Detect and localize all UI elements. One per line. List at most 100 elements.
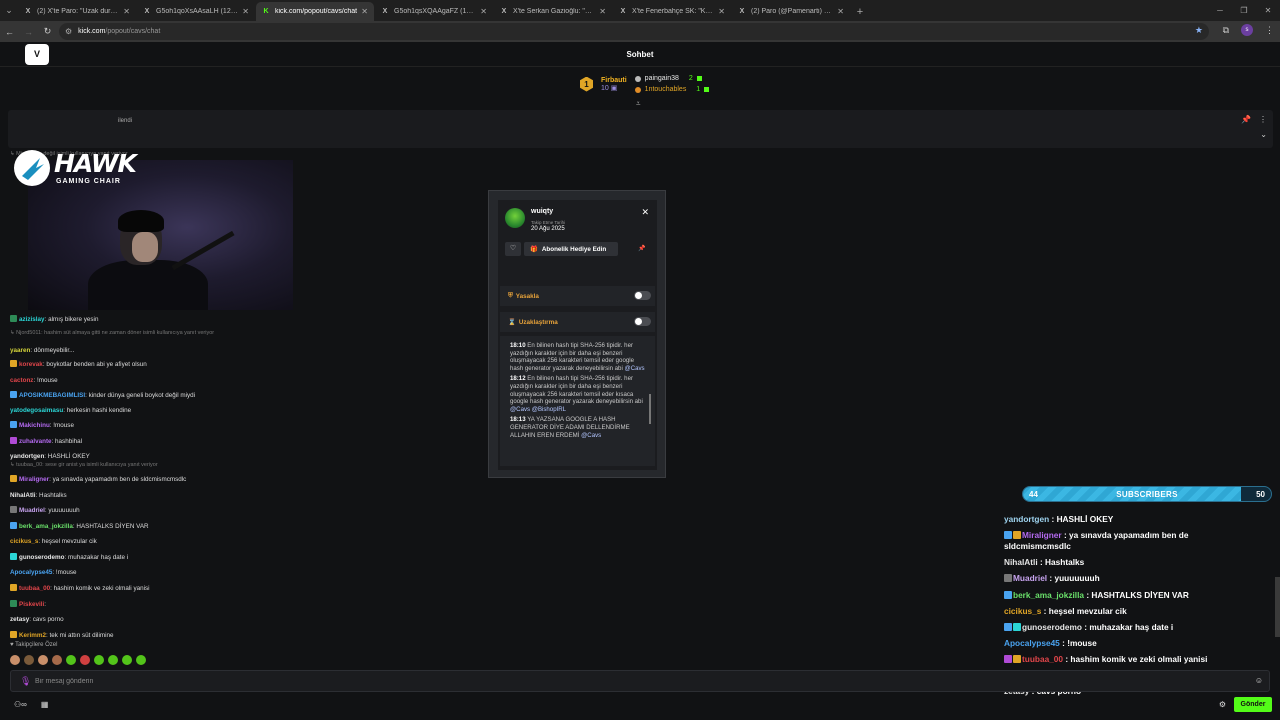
send-button[interactable]: Gönder (1234, 697, 1272, 712)
history-mention[interactable]: @Cavs (581, 432, 601, 439)
ban-row[interactable]: ⛨ Yasakla (500, 286, 655, 306)
chat-username[interactable]: NihalAtli (10, 492, 36, 499)
chat-username[interactable]: berk_ama_jokzilla (19, 523, 73, 530)
chat-username[interactable]: Apocalypse45 (10, 569, 52, 576)
close-tab-icon[interactable]: ✕ (361, 7, 368, 16)
chat-username[interactable]: zetasy (10, 616, 29, 623)
leaderboard-first[interactable]: Firbauti 10 ▣ (601, 77, 627, 92)
forward-icon[interactable]: → (19, 27, 38, 37)
emote-icon[interactable] (80, 655, 90, 665)
user-avatar (505, 208, 525, 228)
settings-gear-icon[interactable]: ⚙ (1219, 700, 1226, 709)
extension-logo[interactable]: V (25, 44, 49, 65)
emote-icon[interactable] (66, 655, 76, 665)
leaderboard-item[interactable]: paingain38 2 (634, 73, 710, 84)
browser-tab-active[interactable]: Kkick.com/popout/cavs/chat ✕ (256, 2, 374, 21)
chevron-down-icon[interactable]: ⌄ (1260, 130, 1267, 139)
chat-message: korevak: boykotlar benden abi ye afiyet … (10, 360, 147, 370)
close-icon[interactable]: ✕ (641, 207, 649, 218)
chat-username[interactable]: APOSIKMEBAGIMLISI (19, 392, 85, 399)
emote-icon[interactable] (108, 655, 118, 665)
history-mention[interactable]: @Cavs (625, 365, 645, 372)
pin-icon[interactable]: 📌 (1241, 115, 1251, 124)
pinned-more-icon[interactable]: ⋮ (1259, 115, 1267, 124)
emoji-picker-icon[interactable]: ☺ (1255, 676, 1263, 685)
follow-heart-button[interactable]: ♡ (505, 242, 521, 256)
close-tab-icon[interactable]: ✕ (718, 7, 725, 16)
ban-toggle[interactable] (634, 291, 651, 300)
timeout-row[interactable]: ⌛ Uzaklaştırma (500, 312, 655, 332)
chat-message-input[interactable] (35, 674, 1235, 688)
chat-username[interactable]: Makichinu (19, 422, 50, 429)
timeout-toggle[interactable] (634, 317, 651, 326)
browser-tab[interactable]: X X'te Fenerbahçe SK: "KAMUOY ✕ (613, 2, 731, 21)
chat-username[interactable]: Miraligner (19, 476, 49, 483)
microphone-icon[interactable]: 🎙 (20, 676, 31, 687)
chat-username[interactable]: Piskevili (19, 601, 44, 608)
overlay-username: Miraligner (1022, 530, 1062, 540)
pin-user-icon[interactable]: 📌 (638, 245, 645, 252)
leaderboard-first-count: 10 (601, 84, 609, 92)
minimize-icon[interactable]: ─ (1208, 0, 1232, 21)
browser-menu-icon[interactable]: ⋮ (1265, 25, 1274, 36)
chat-username[interactable]: Kerimm2 (19, 632, 46, 639)
history-scrollbar[interactable] (649, 394, 651, 424)
leaderboard-expand-icon[interactable]: ⩡ (636, 99, 641, 109)
browser-tab[interactable]: X (2) X'te Paro: "Uzak durmak istiy ✕ (18, 2, 136, 21)
emote-icon[interactable] (10, 655, 20, 665)
close-tab-icon[interactable]: ✕ (123, 7, 130, 16)
back-icon[interactable]: ← (0, 27, 19, 37)
emote-icon[interactable] (38, 655, 48, 665)
history-message: 18:13 YA YAZSANA GOOGLE A HASH GENERATOR… (510, 416, 645, 439)
chat-username[interactable]: yaaren (10, 347, 30, 354)
chat-username[interactable]: korevak (19, 361, 43, 368)
address-bar[interactable]: ⚙ kick.com/popout/cavs/chat ★ (59, 23, 1209, 40)
reply-context: ↳ Njord5011: hashim süt almaya gitti ne … (10, 330, 215, 336)
users-icon[interactable]: ⚇∞ (14, 700, 27, 709)
chat-text: yuuuuuuuh (48, 507, 80, 514)
reload-icon[interactable]: ↻ (38, 26, 57, 37)
browser-tab[interactable]: X G5oh1qsXQAAgaFZ (1200×311)✕ (375, 2, 493, 21)
chat-scrollbar[interactable] (1275, 577, 1280, 637)
restore-icon[interactable]: ❐ (1232, 0, 1256, 21)
chat-text: hashbihal (55, 438, 83, 445)
chat-username[interactable]: yandortgen (10, 453, 44, 460)
leaderboard-item[interactable]: 1ntouchables 1 (634, 84, 710, 95)
gift-subscription-button[interactable]: 🎁 Abonelik Hediye Edin (524, 242, 618, 256)
tab-search-icon[interactable]: ⌄ (0, 0, 18, 21)
store-icon[interactable]: ▦ (41, 700, 49, 709)
chat-username[interactable]: gunoserodemo (19, 554, 64, 561)
user-card-username[interactable]: wuiqty (531, 208, 553, 215)
chat-username[interactable]: cactonz (10, 377, 33, 384)
browser-tab[interactable]: X (2) Paro (@Pamenarti) adlı kulla ✕ (732, 2, 850, 21)
extensions-icon[interactable]: ⧉ (1223, 25, 1229, 36)
emote-icon[interactable] (136, 655, 146, 665)
close-window-icon[interactable]: ✕ (1256, 0, 1280, 21)
user-message-history[interactable]: 18:10 En bilinen hash tipi SHA-256 tipid… (500, 336, 655, 466)
bookmark-star-icon[interactable]: ★ (1195, 25, 1203, 36)
new-tab-button[interactable]: + (851, 2, 869, 21)
emote-icon[interactable] (52, 655, 62, 665)
chat-message: cicikus_s: heşsel mevzular cik (10, 537, 97, 547)
emote-icon[interactable] (122, 655, 132, 665)
chat-username[interactable]: cicikus_s (10, 538, 38, 545)
close-tab-icon[interactable]: ✕ (242, 7, 249, 16)
site-info-icon[interactable]: ⚙ (65, 27, 72, 36)
profile-avatar[interactable]: s (1241, 24, 1253, 36)
browser-tab[interactable]: X G5oh1qoXsAAsaLH (1200×354)✕ (137, 2, 255, 21)
chat-username[interactable]: azizislay (19, 316, 45, 323)
chat-input-box[interactable]: 🎙 ☺ (10, 670, 1270, 692)
chat-username[interactable]: yatodegosaimasu (10, 407, 63, 414)
history-mention[interactable]: @Cavs @BishopIRL (510, 406, 566, 413)
emote-icon[interactable] (94, 655, 104, 665)
browser-tab[interactable]: X X'te Serkan Gazioğlu: "Ee biz b ✕ (494, 2, 612, 21)
chat-username[interactable]: Muadriel (19, 507, 45, 514)
pinned-message[interactable]: ilendi 📌 ⋮ ⌄ (8, 110, 1273, 148)
chat-username[interactable]: tuubaa_00 (19, 585, 50, 592)
close-tab-icon[interactable]: ✕ (599, 7, 606, 16)
chat-username[interactable]: zuhalvante (19, 438, 52, 445)
emote-icon[interactable] (24, 655, 34, 665)
close-tab-icon[interactable]: ✕ (837, 7, 844, 16)
close-tab-icon[interactable]: ✕ (480, 7, 487, 16)
overlay-username: Muadriel (1013, 573, 1048, 583)
